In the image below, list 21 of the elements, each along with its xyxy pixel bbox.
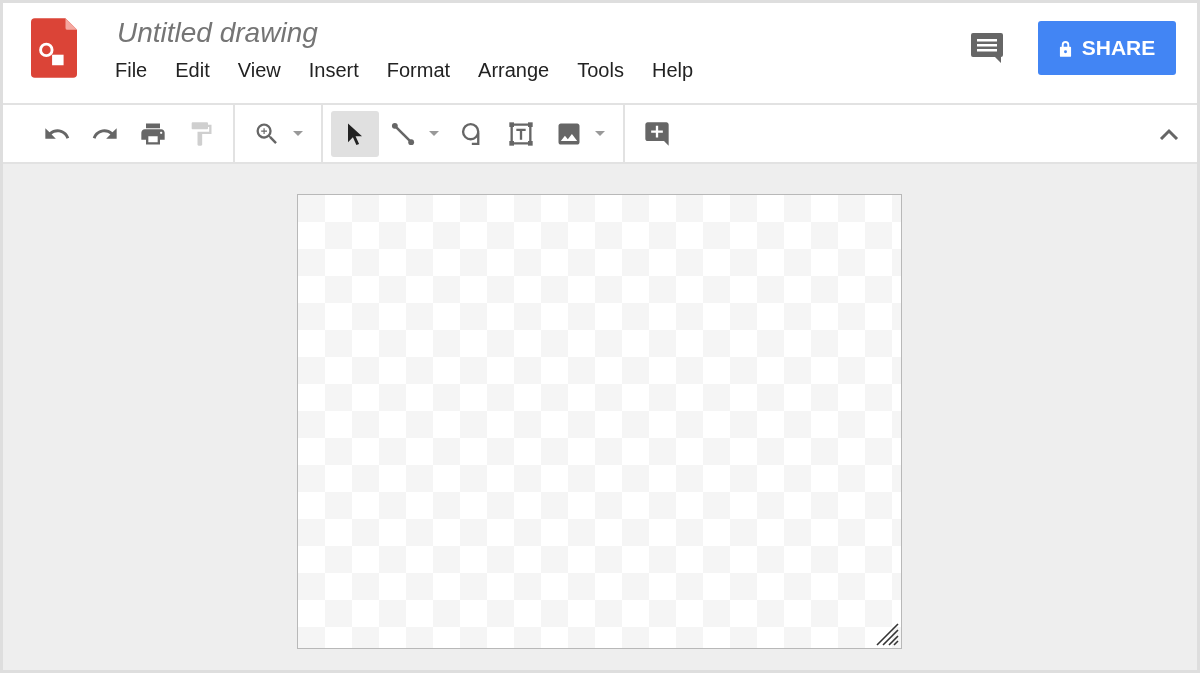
caret-icon (429, 131, 439, 136)
menu-item[interactable]: Format (386, 57, 451, 83)
drawings-logo-icon[interactable] (31, 18, 77, 78)
comments-icon[interactable] (970, 31, 1004, 65)
text-box-icon (507, 119, 535, 148)
caret-icon (595, 131, 605, 136)
menu-item[interactable]: Edit (175, 57, 210, 83)
menu-item[interactable]: Tools (577, 57, 624, 83)
share-button[interactable]: SHARE (1038, 21, 1176, 75)
menu-item[interactable]: Arrange (478, 57, 550, 83)
select-tool[interactable] (331, 110, 379, 157)
menu-item[interactable]: Insert (308, 57, 359, 83)
resize-handle-icon[interactable] (874, 622, 899, 646)
caret-icon (293, 131, 303, 136)
menu-item[interactable]: File (115, 57, 148, 83)
add-comment-icon (643, 119, 671, 148)
menu-item[interactable]: View (237, 57, 281, 83)
menu-item[interactable]: Help (651, 57, 694, 83)
collapse-chevron-icon[interactable] (1159, 127, 1179, 140)
document-title[interactable]: Untitled drawing (117, 15, 722, 51)
lock-icon (1058, 39, 1072, 57)
